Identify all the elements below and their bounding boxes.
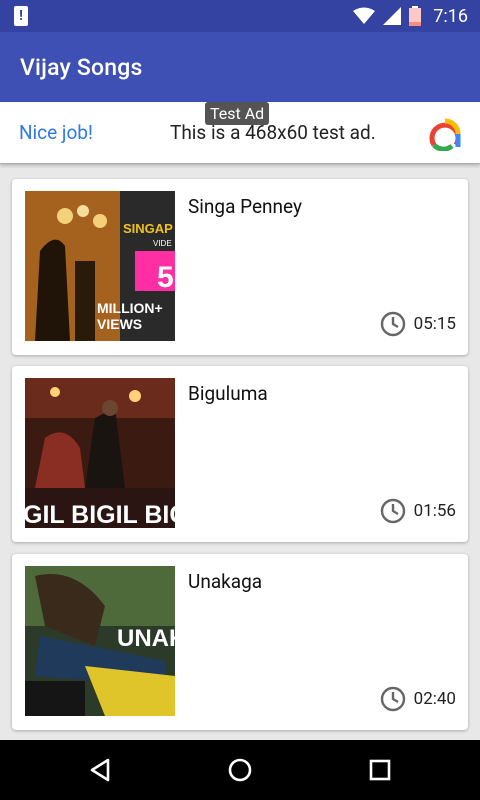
song-duration-text: 05:15 — [413, 314, 456, 334]
ad-text: This is a 468x60 test ad. — [170, 121, 376, 144]
home-icon[interactable] — [224, 754, 256, 786]
wifi-icon — [353, 7, 376, 24]
song-title: Unakaga — [188, 570, 263, 593]
thumb-million-text: MILLION+ — [97, 300, 163, 316]
song-thumbnail: SINGAP VIDE 5 MILLION+ VIEWS — [25, 191, 175, 341]
song-card[interactable]: SINGAP VIDE 5 MILLION+ VIEWS Singa Penne… — [12, 179, 468, 355]
song-thumbnail: UNAK — [25, 566, 175, 716]
recents-icon[interactable] — [364, 754, 396, 786]
battery-icon — [409, 6, 422, 26]
song-list[interactable]: SINGAP VIDE 5 MILLION+ VIEWS Singa Penne… — [0, 164, 480, 740]
signal-icon — [383, 7, 402, 25]
clock-icon — [380, 686, 405, 712]
thumb-number: 5 — [157, 261, 174, 294]
clock-icon — [380, 311, 405, 337]
thumb-bigil-text: GIL BIGIL BIGIL — [25, 501, 175, 528]
status-time: 7:16 — [433, 5, 468, 27]
thumb-views-text: VIEWS — [97, 316, 142, 332]
song-thumbnail: GIL BIGIL BIGIL — [25, 378, 175, 528]
song-duration: 02:40 — [380, 686, 456, 712]
song-duration: 01:56 — [380, 498, 456, 524]
song-title: Singa Penney — [188, 195, 302, 218]
app-bar: Vijay Songs — [0, 32, 480, 102]
ad-nice-text: Nice job! — [19, 121, 93, 144]
banner-ad[interactable]: Nice job! This is a 468x60 test ad. Test… — [0, 102, 480, 164]
alert-icon: ! — [14, 6, 28, 26]
app-title: Vijay Songs — [20, 54, 143, 81]
song-duration-text: 01:56 — [413, 501, 456, 521]
thumb-title-text: SINGAP — [123, 221, 173, 236]
thumb-unak-text: UNAK — [117, 625, 175, 652]
clock-icon — [380, 498, 405, 524]
ad-tag: Test Ad — [205, 102, 270, 125]
back-icon[interactable] — [84, 754, 116, 786]
song-title: Biguluma — [188, 382, 268, 405]
navigation-bar — [0, 740, 480, 800]
song-duration-text: 02:40 — [413, 689, 456, 709]
thumb-sub-text: VIDE — [153, 239, 172, 248]
song-duration: 05:15 — [380, 311, 456, 337]
google-ad-logo-icon — [429, 118, 461, 151]
song-card[interactable]: GIL BIGIL BIGIL Biguluma 01:56 — [12, 366, 468, 542]
song-card[interactable]: UNAK Unakaga 02:40 — [12, 554, 468, 730]
status-bar: ! 7:16 — [0, 0, 480, 32]
